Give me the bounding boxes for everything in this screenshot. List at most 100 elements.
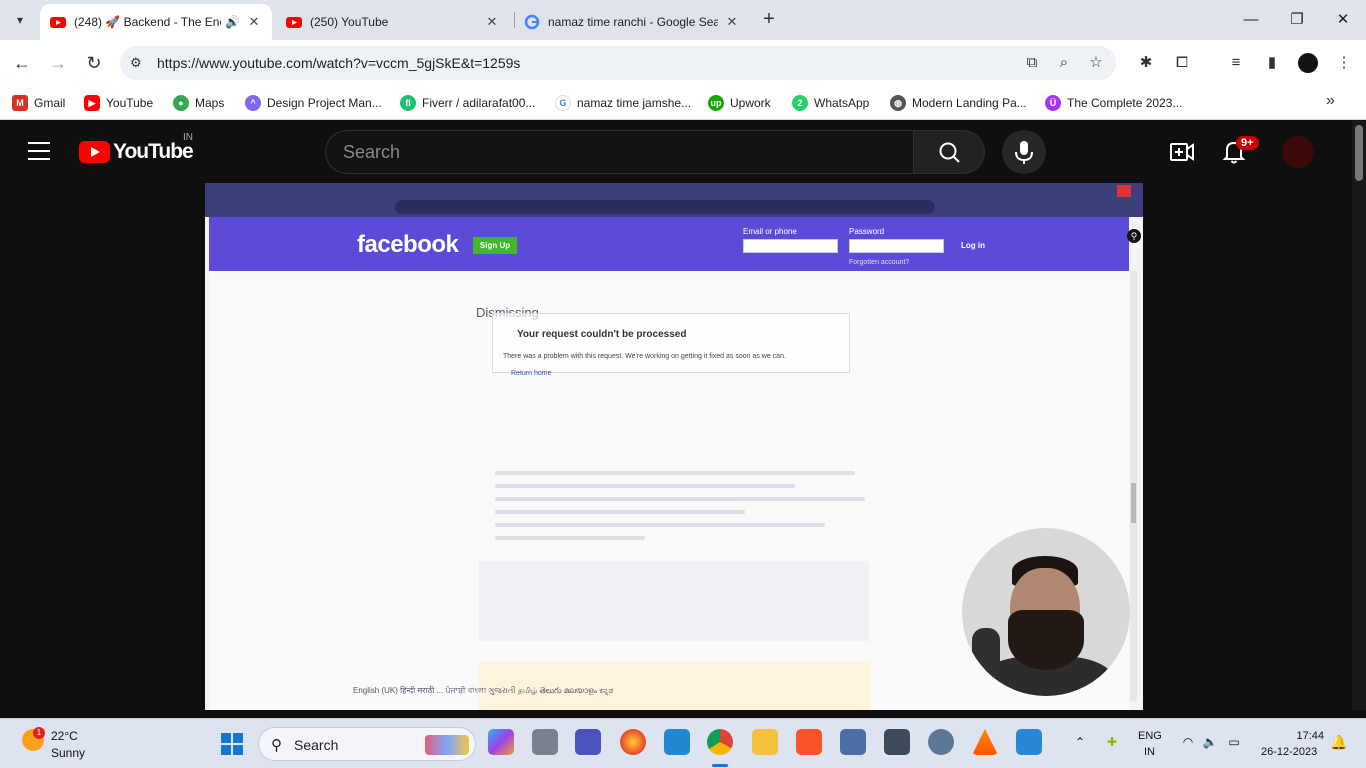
extensions-puzzle-icon[interactable]: ⧠ — [1172, 53, 1192, 73]
youtube-search-input[interactable] — [326, 131, 913, 173]
tab-youtube[interactable]: (250) YouTube ✕ — [276, 4, 510, 40]
weather-description[interactable]: Sunny — [51, 746, 85, 760]
file-explorer-icon[interactable] — [752, 729, 778, 755]
search-highlight-icon — [425, 735, 469, 755]
media-control-icon[interactable]: ≡ — [1226, 53, 1246, 73]
taskbar-search[interactable]: ⚲ Search — [258, 727, 476, 761]
search-icon: ⚲ — [271, 737, 282, 754]
youtube-search-button[interactable] — [913, 130, 985, 174]
hamburger-menu-icon[interactable] — [28, 142, 50, 160]
battery-icon[interactable]: ▭ — [1226, 734, 1242, 750]
windows-start-icon[interactable] — [221, 733, 243, 755]
bookmark-youtube[interactable]: ▶ YouTube — [84, 93, 153, 113]
speaker-icon[interactable]: 🔊 — [225, 15, 240, 29]
close-window-button[interactable]: ✕ — [1320, 8, 1366, 32]
page-scrollbar[interactable] — [1352, 121, 1366, 710]
notification-bell-icon[interactable]: 🔔 — [1330, 734, 1347, 751]
voice-search-button[interactable] — [1002, 130, 1046, 174]
youtube-page: YouTube IN 9+ facebook Sign Up Email or … — [0, 121, 1366, 710]
side-panel-icon[interactable]: ▮ — [1262, 53, 1282, 73]
globe-icon: ◍ — [890, 95, 906, 111]
create-video-icon[interactable] — [1170, 141, 1194, 163]
tray-app-icon[interactable]: ✚ — [1104, 734, 1120, 750]
error-dialog — [492, 313, 850, 373]
copilot-icon[interactable] — [488, 729, 514, 755]
bookmark-maps[interactable]: ● Maps — [173, 93, 224, 113]
menu-kebab-icon[interactable]: ⋮ — [1334, 53, 1354, 73]
bookmark-star-icon[interactable]: ☆ — [1087, 54, 1105, 72]
open-in-new-icon[interactable]: ⧉ — [1023, 54, 1041, 72]
zoom-icon[interactable]: ⌕ — [1055, 54, 1073, 72]
input-region[interactable]: IN — [1144, 746, 1155, 758]
facebook-email-label: Email or phone — [743, 227, 797, 236]
back-button[interactable]: ← — [10, 51, 34, 75]
volume-icon[interactable]: 🔈 — [1202, 734, 1218, 750]
photos-icon[interactable] — [1016, 729, 1042, 755]
facebook-signup-button: Sign Up — [473, 237, 517, 254]
bookmark-label: The Complete 2023... — [1067, 96, 1183, 110]
forward-button[interactable]: → — [46, 51, 70, 75]
facebook-forgot-link: Forgotten account? — [849, 259, 910, 266]
close-tab-icon[interactable]: ✕ — [246, 14, 262, 30]
calculator-icon[interactable] — [840, 729, 866, 755]
brave-icon[interactable] — [796, 729, 822, 755]
bookmark-design-project[interactable]: ^ Design Project Man... — [245, 93, 382, 113]
new-tab-button[interactable]: + — [758, 8, 780, 32]
profile-avatar[interactable] — [1298, 53, 1318, 73]
recorded-scrollbar — [1130, 271, 1137, 701]
youtube-logo[interactable]: YouTube IN — [79, 132, 194, 164]
notification-badge: 9+ — [1236, 136, 1259, 150]
show-hidden-icons-chevron-icon[interactable]: ⌃ — [1072, 734, 1088, 750]
task-view-icon[interactable] — [532, 729, 558, 755]
recorded-extension-icon: ⚲ — [1127, 229, 1141, 243]
wifi-icon[interactable]: ◠ — [1180, 734, 1196, 750]
tab-search-chevron-icon[interactable]: ▾ — [6, 6, 34, 34]
vscode-icon[interactable] — [664, 729, 690, 755]
close-tab-icon[interactable]: ✕ — [484, 14, 500, 30]
tab-title: (248) 🚀 Backend - The Enc — [74, 15, 222, 29]
clock-date[interactable]: 26-12-2023 — [1261, 746, 1317, 758]
docs-text-lines — [495, 471, 875, 549]
bookmark-modern-landing[interactable]: ◍ Modern Landing Pa... — [890, 93, 1027, 113]
account-avatar[interactable] — [1282, 136, 1314, 168]
address-bar[interactable]: ⚙ https://www.youtube.com/watch?v=vccm_5… — [120, 46, 1116, 80]
firefox-icon[interactable] — [620, 729, 646, 755]
return-home-link: Return home — [511, 370, 552, 377]
bookmark-gmail[interactable]: M Gmail — [12, 93, 65, 113]
bookmarks-bar: M Gmail ▶ YouTube ● Maps ^ Design Project Ma… — [0, 86, 1366, 120]
restore-button[interactable]: ❐ — [1274, 8, 1320, 32]
close-tab-icon[interactable]: ✕ — [724, 14, 740, 30]
bookmark-namaz-time[interactable]: Gnamaz time jamshe... — [555, 93, 691, 113]
extension-bug-icon[interactable]: ✱ — [1136, 53, 1156, 73]
bookmark-fiverr[interactable]: fi Fiverr / adilarafat00... — [400, 93, 535, 113]
bookmark-upwork[interactable]: up Upwork — [708, 93, 771, 113]
docs-sidebar — [359, 271, 459, 710]
system-app-icon[interactable] — [884, 729, 910, 755]
bookmark-label: namaz time jamshe... — [577, 96, 692, 110]
teams-icon[interactable] — [575, 729, 601, 755]
bookmark-label: WhatsApp — [814, 96, 870, 110]
vlc-icon[interactable] — [972, 729, 998, 755]
input-language[interactable]: ENG — [1138, 730, 1162, 742]
tab-title: (250) YouTube — [310, 15, 389, 29]
chrome-icon[interactable] — [707, 729, 733, 755]
settings-gear-icon[interactable] — [928, 729, 954, 755]
tab-backend[interactable]: (248) 🚀 Backend - The Enc 🔊 ✕ — [40, 4, 272, 40]
facebook-email-field — [743, 239, 838, 253]
bookmark-complete-2023[interactable]: Ü The Complete 2023... — [1045, 93, 1182, 113]
windows-taskbar: 1 22°C Sunny ⚲ Search ⌃ ✚ ENG IN ◠ 🔈 ▭ 1… — [0, 718, 1366, 768]
bookmark-label: Design Project Man... — [267, 96, 382, 110]
more-bookmarks-chevron-icon[interactable]: » — [1326, 92, 1335, 110]
docs-code-block — [479, 561, 869, 641]
site-info-icon[interactable]: ⚙ — [130, 55, 146, 71]
weather-temperature[interactable]: 22°C — [51, 729, 78, 743]
video-player[interactable]: facebook Sign Up Email or phone Password… — [205, 183, 1143, 710]
minimize-button[interactable]: — — [1228, 8, 1274, 32]
youtube-search-box — [325, 130, 914, 174]
facebook-password-label: Password — [849, 227, 885, 236]
clock-time[interactable]: 17:44 — [1290, 730, 1324, 742]
youtube-wordmark: YouTube — [113, 140, 194, 163]
reload-button[interactable]: ↻ — [82, 51, 106, 75]
bookmark-whatsapp[interactable]: 2 WhatsApp — [792, 93, 869, 113]
tab-google-search[interactable]: namaz time ranchi - Google Sea ✕ — [514, 4, 750, 40]
